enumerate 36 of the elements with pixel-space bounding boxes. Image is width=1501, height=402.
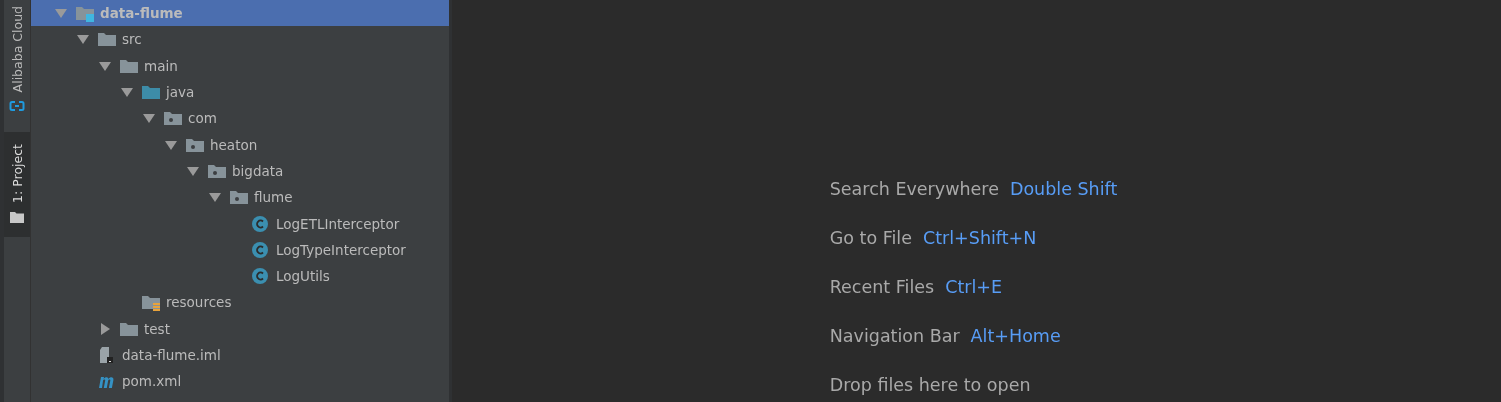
folder-icon (141, 83, 161, 102)
class-icon (251, 214, 271, 233)
folder-icon (97, 30, 117, 49)
shortcut-text: Alt+Home (970, 325, 1061, 348)
package-folder-icon (163, 109, 183, 128)
resources-folder-icon (141, 293, 161, 312)
tree-item[interactable]: data-flume.iml (31, 341, 449, 369)
hint-label: Recent Files (829, 276, 935, 299)
tool-window-tab[interactable]: Alibaba Cloud (4, 0, 30, 121)
tree-item[interactable]: resources (31, 289, 449, 316)
tree-item[interactable]: LogETLInterceptor (31, 210, 449, 237)
hint-label: Navigation Bar (829, 325, 960, 348)
tree-item[interactable]: com (31, 105, 449, 132)
tree-item[interactable]: LogUtils (31, 262, 449, 290)
tree-item[interactable]: heaton (31, 131, 449, 158)
hint-label: Search Everywhere (829, 178, 999, 201)
tree-item[interactable]: main (31, 52, 449, 79)
shortcut-text: Ctrl+E (945, 276, 1003, 299)
tree-item[interactable]: LogTypeInterceptor (31, 236, 449, 263)
hint-label: Go to File (829, 227, 912, 250)
tree-item[interactable]: java (31, 78, 449, 106)
tree-item[interactable]: src (31, 26, 449, 53)
class-icon (251, 240, 271, 259)
class-icon (251, 267, 271, 286)
tree-item[interactable]: pom.xml (31, 368, 449, 395)
bracket-icon (9, 100, 25, 113)
tree-item[interactable]: test (31, 315, 449, 342)
shortcut-text: Ctrl+Shift+N (923, 227, 1037, 250)
folder-icon (10, 211, 24, 224)
package-folder-icon (229, 188, 249, 207)
tree-item[interactable]: flume (31, 184, 449, 211)
hint-label: Drop files here to open (829, 374, 1031, 397)
tool-window-tab[interactable]: 1: Project (4, 132, 30, 238)
tree-item[interactable]: bigdata (31, 157, 449, 185)
shortcut-text: Double Shift (1009, 178, 1118, 201)
module-folder-icon (75, 4, 95, 23)
